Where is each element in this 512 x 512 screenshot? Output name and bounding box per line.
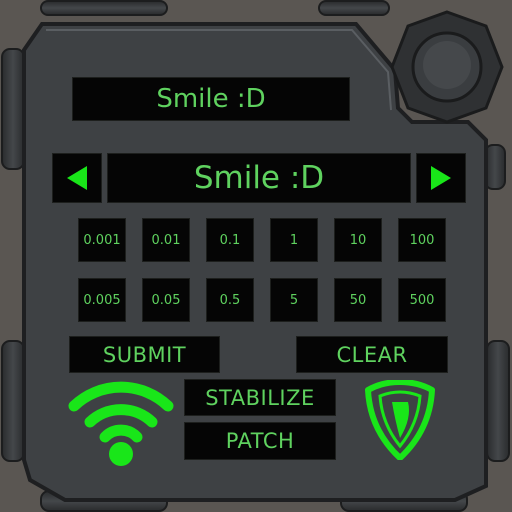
increment-label: 0.001 — [83, 232, 121, 248]
increment-label: 50 — [349, 292, 367, 308]
increment-button-0.005[interactable]: 0.005 — [78, 278, 126, 322]
triangle-left-icon — [67, 166, 87, 190]
increment-label: 1 — [289, 232, 299, 248]
increment-button-0.001[interactable]: 0.001 — [78, 218, 126, 262]
increment-label: 0.01 — [151, 232, 181, 248]
increment-label: 0.005 — [83, 292, 121, 308]
increment-button-50[interactable]: 50 — [334, 278, 382, 322]
top-display-text: Smile :D — [156, 84, 266, 114]
previous-button[interactable] — [52, 153, 102, 203]
selector-display: Smile :D — [107, 153, 411, 203]
increment-button-1[interactable]: 1 — [270, 218, 318, 262]
stabilize-label: STABILIZE — [205, 385, 315, 410]
increment-label: 10 — [349, 232, 367, 248]
round-knob-icon[interactable] — [388, 8, 506, 126]
increment-button-0.05[interactable]: 0.05 — [142, 278, 190, 322]
increment-label: 100 — [409, 232, 435, 248]
submit-label: SUBMIT — [102, 342, 187, 367]
increment-button-10[interactable]: 10 — [334, 218, 382, 262]
clear-button[interactable]: CLEAR — [296, 336, 448, 373]
selector-display-text: Smile :D — [193, 160, 325, 196]
increment-button-0.5[interactable]: 0.5 — [206, 278, 254, 322]
increment-label: 0.5 — [219, 292, 241, 308]
increment-button-5[interactable]: 5 — [270, 278, 318, 322]
increment-button-0.1[interactable]: 0.1 — [206, 218, 254, 262]
increment-label: 0.1 — [219, 232, 241, 248]
patch-button[interactable]: PATCH — [184, 422, 336, 460]
next-button[interactable] — [416, 153, 466, 203]
triangle-right-icon — [431, 166, 451, 190]
patch-label: PATCH — [225, 429, 295, 453]
increment-label: 500 — [409, 292, 435, 308]
clear-label: CLEAR — [336, 342, 408, 367]
increment-label: 5 — [289, 292, 299, 308]
submit-button[interactable]: SUBMIT — [69, 336, 220, 373]
increment-button-0.01[interactable]: 0.01 — [142, 218, 190, 262]
increment-button-500[interactable]: 500 — [398, 278, 446, 322]
shield-icon — [362, 379, 438, 461]
increment-button-100[interactable]: 100 — [398, 218, 446, 262]
stabilize-button[interactable]: STABILIZE — [184, 379, 336, 416]
top-display: Smile :D — [72, 77, 350, 121]
increment-label: 0.05 — [151, 292, 181, 308]
wifi-signal-icon — [66, 374, 176, 468]
